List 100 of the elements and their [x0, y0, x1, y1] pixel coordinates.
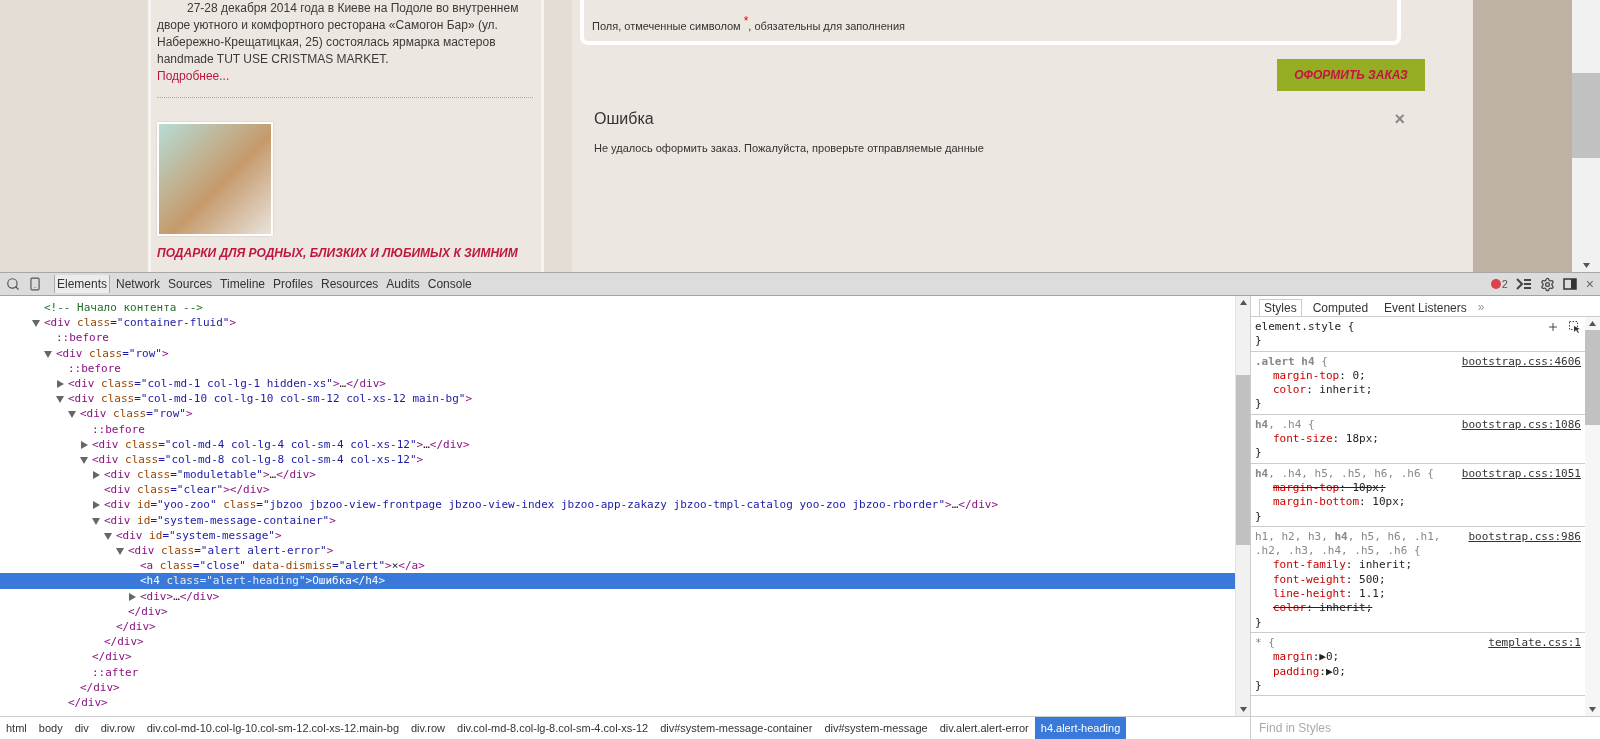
css-selector: h1, h2, h3, h4, h5, h6, .h1, .h2, .h3, .h4, .h5, .h6 { — [1255, 529, 1442, 559]
scroll-down-arrow-icon[interactable] — [1582, 263, 1590, 268]
dom-node-text[interactable]: <div class="row"> — [80, 407, 193, 421]
console-drawer-icon[interactable] — [1515, 278, 1532, 290]
breadcrumb-item[interactable]: html — [0, 717, 33, 739]
devtools-tab[interactable]: Sources — [166, 275, 215, 293]
search-icon[interactable] — [6, 277, 20, 291]
scroll-down-arrow-icon[interactable] — [1589, 707, 1596, 712]
scrollbar-thumb[interactable] — [1572, 73, 1600, 158]
dom-node-text[interactable]: <div class="moduletable">…</div> — [104, 468, 316, 482]
source-link[interactable]: template.css:1 — [1488, 635, 1581, 651]
breadcrumb-item[interactable]: div.col-md-8.col-lg-8.col-sm-4.col-xs-12 — [451, 717, 655, 739]
breadcrumb-item[interactable]: h4.alert-heading — [1034, 717, 1127, 739]
dom-node-text[interactable]: <div id="yoo-zoo" class="jbzoo jbzoo-view-frontpage jbzoo-view-index jbzoo-app-zakazy jbzoo-tmpl-catalog yoo-zoo jbzoo-rborder">…</div> — [104, 498, 999, 512]
dom-node-text[interactable]: <div class="col-md-8 col-lg-8 col-sm-4 col-xs-12"> — [92, 452, 424, 466]
css-property[interactable]: color: inherit; — [1255, 383, 1581, 398]
scrollbar[interactable] — [1572, 0, 1600, 272]
expanded-triangle-icon[interactable] — [68, 410, 76, 419]
breadcrumb-item[interactable]: div.row — [94, 717, 141, 739]
dom-node-text[interactable]: <div id="system-message"> — [116, 528, 282, 542]
alert-message: Не удалось оформить заказ. Пожалуйста, проверьте отправляемые данные — [594, 141, 985, 154]
css-property[interactable]: color: inherit; — [1255, 601, 1581, 616]
source-link[interactable]: bootstrap.css:1051 — [1461, 466, 1581, 481]
css-property[interactable]: font-weight: 500; — [1255, 572, 1581, 588]
collapsed-triangle-icon[interactable] — [92, 471, 100, 480]
read-more-link[interactable]: Подробнее... — [157, 68, 230, 85]
breadcrumb-item[interactable]: div.alert.alert-error — [933, 717, 1035, 739]
dom-node-text[interactable]: ::after — [92, 665, 139, 679]
css-property[interactable]: padding:▶0; — [1255, 664, 1581, 679]
closing-brace: } — [1255, 509, 1263, 524]
scroll-up-arrow-icon[interactable] — [1239, 300, 1247, 305]
devtools-tab[interactable]: Console — [425, 275, 474, 293]
css-property[interactable]: margin:▶0; — [1255, 650, 1581, 665]
source-link[interactable]: bootstrap.css:4606 — [1461, 354, 1581, 369]
devtools-tab[interactable]: Network — [114, 275, 163, 293]
expanded-triangle-icon[interactable] — [80, 455, 88, 464]
settings-icon[interactable] — [1539, 276, 1555, 292]
closing-brace: } — [1255, 615, 1263, 630]
styles-tab[interactable]: Event Listeners — [1379, 299, 1472, 316]
dom-node-text[interactable]: <div class="alert alert-error"> — [128, 544, 334, 557]
devtools-tab[interactable]: Audits — [384, 275, 422, 293]
dom-node-text[interactable]: <!-- Начало контента --> — [44, 301, 203, 314]
expanded-triangle-icon[interactable] — [56, 395, 64, 404]
dom-node-text[interactable]: <div class="col-md-10 col-lg-10 col-sm-12 col-xs-12 main-bg"> — [68, 392, 472, 406]
news-heading[interactable]: ПОДАРКИ ДЛЯ РОДНЫХ, БЛИЗКИХ И ЛЮБИМЫХ К ЗИМНИМ — [157, 246, 533, 260]
breadcrumb-item[interactable]: div#system-message-container — [654, 717, 819, 739]
scrollbar-thumb[interactable] — [1236, 375, 1250, 545]
mobile-device-icon[interactable] — [28, 277, 42, 291]
collapsed-triangle-icon[interactable] — [80, 440, 88, 449]
dom-node-text[interactable]: ::before — [56, 331, 109, 345]
styles-tab[interactable]: Styles — [1259, 299, 1302, 316]
collapsed-triangle-icon[interactable] — [92, 501, 100, 510]
breadcrumb-item[interactable]: div.row — [405, 717, 452, 739]
error-count-badge[interactable]: 2 — [1490, 278, 1508, 290]
devtools-tab[interactable]: Timeline — [218, 275, 267, 293]
css-property[interactable]: margin-top: 0; — [1255, 368, 1581, 384]
element-picker-icon[interactable] — [1569, 321, 1581, 334]
dom-node-text[interactable]: <h4 class="alert-heading">Ошибка</h4> — [140, 574, 386, 588]
close-button[interactable]: × — [1585, 276, 1594, 292]
css-selector: h4, .h4, h5, .h5, h6, .h6 { — [1255, 466, 1434, 481]
css-property[interactable]: font-family: inherit; — [1255, 558, 1581, 573]
css-property[interactable]: margin-bottom: 10px; — [1255, 495, 1581, 510]
dom-node-text[interactable]: <div class="row"> — [56, 346, 169, 360]
dom-node-text[interactable]: <div class="container-fluid"> — [44, 316, 237, 330]
css-property[interactable]: line-height: 1.1; — [1255, 587, 1581, 602]
devtools-tab[interactable]: Elements — [54, 275, 111, 293]
css-property[interactable]: font-size: 18px; — [1255, 432, 1581, 447]
collapsed-triangle-icon[interactable] — [128, 592, 136, 601]
dom-node-text[interactable]: <div class="col-md-1 col-lg-1 hidden-xs">…</div> — [68, 376, 386, 390]
breadcrumb-item[interactable]: div.col-md-10.col-lg-10.col-sm-12.col-xs-12.main-bg — [140, 717, 405, 739]
dom-node-text[interactable]: <a class="close" data-dismiss="alert">×</a> — [140, 559, 425, 573]
dock-side-icon[interactable] — [1562, 277, 1578, 291]
add-rule-icon[interactable] — [1547, 321, 1559, 334]
css-property[interactable]: margin-top: 10px; — [1255, 480, 1581, 496]
scrollbar[interactable] — [1585, 317, 1600, 716]
breadcrumb-item[interactable]: div — [68, 717, 95, 739]
scrollbar-thumb[interactable] — [1585, 330, 1600, 425]
scrollbar[interactable] — [1235, 296, 1250, 716]
source-link[interactable]: bootstrap.css:1086 — [1461, 417, 1581, 433]
dom-node-text[interactable]: <div class="col-md-4 col-lg-4 col-sm-4 col-xs-12">…</div> — [92, 437, 470, 451]
dom-node-text[interactable]: <div class="clear"></div> — [104, 483, 270, 497]
dom-node-text[interactable]: <div id="system-message-container"> — [104, 513, 336, 527]
dom-node-text[interactable]: <div>…</div> — [140, 589, 220, 603]
breadcrumb-item[interactable]: div#system-message — [818, 717, 934, 739]
expanded-triangle-icon[interactable] — [92, 516, 100, 525]
source-link[interactable]: bootstrap.css:986 — [1468, 529, 1581, 559]
expanded-triangle-icon[interactable] — [44, 349, 52, 358]
scroll-down-arrow-icon[interactable] — [1239, 707, 1247, 712]
breadcrumb-item[interactable]: body — [32, 717, 69, 739]
devtools-tab[interactable]: Profiles — [271, 275, 315, 293]
expanded-triangle-icon[interactable] — [32, 319, 40, 328]
scroll-up-arrow-icon[interactable] — [1589, 321, 1596, 326]
expanded-triangle-icon[interactable] — [104, 531, 112, 540]
devtools-tab[interactable]: Resources — [319, 275, 381, 293]
dom-node-text[interactable]: ::before — [68, 361, 121, 375]
styles-tab[interactable]: Computed — [1307, 299, 1374, 316]
dom-node-text[interactable]: ::before — [92, 422, 145, 436]
collapsed-triangle-icon[interactable] — [56, 379, 64, 388]
expanded-triangle-icon[interactable] — [116, 547, 124, 555]
closing-brace: } — [1255, 678, 1263, 694]
